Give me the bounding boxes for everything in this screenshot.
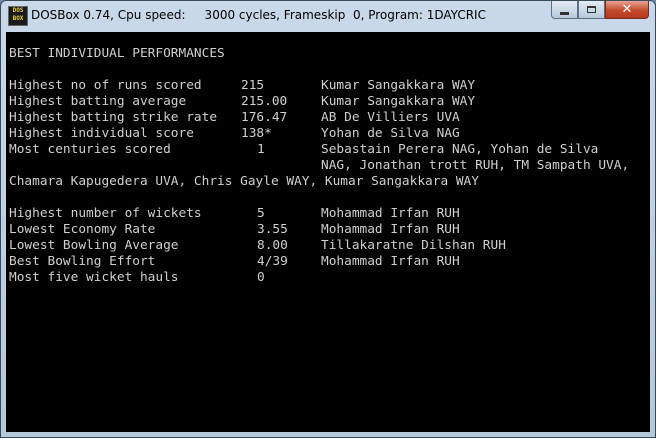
screen-heading: BEST INDIVIDUAL PERFORMANCES [9,46,225,61]
minimize-button[interactable] [551,1,578,19]
stat-row: Lowest Economy Rate 3.55 Mohammad Irfan … [9,222,460,238]
minimize-icon [560,11,569,15]
stat-row: Most centuries scored 1 Sebastain Perera… [9,142,598,158]
stat-label: Lowest Economy Rate [9,222,156,237]
stat-row-continuation: NAG, Jonathan trott RUH, TM Sampath UVA, [9,158,629,174]
stat-row: Highest batting average 215.00 Kumar San… [9,94,475,110]
stat-player: Tillakaratne Dilshan RUH [321,238,506,253]
stat-player: Kumar Sangakkara WAY [321,78,476,93]
stat-label: Highest number of wickets [9,206,202,221]
stat-value: 176.47 [241,110,288,125]
stat-value: 8.00 [257,238,288,253]
stat-value: 215 [241,78,265,93]
maximize-icon [587,6,596,13]
dos-screen[interactable]: BEST INDIVIDUAL PERFORMANCES Highest no … [6,32,650,432]
stat-label: Lowest Bowling Average [9,238,179,253]
stat-player: Kumar Sangakkara WAY [321,94,476,109]
stat-row: Most five wicket hauls 0 [9,270,265,286]
stat-row-continuation: Chamara Kapugedera UVA, Chris Gayle WAY,… [9,174,479,189]
stat-label: Most centuries scored [9,142,171,157]
dosbox-window: DOS BOX DOSBox 0.74, Cpu speed: 3000 cyc… [0,0,656,438]
stat-label: Highest batting average [9,94,187,109]
stat-row: Lowest Bowling Average 8.00 Tillakaratne… [9,238,506,254]
stat-label: Highest batting strike rate [9,110,218,125]
stat-row: Highest number of wickets 5 Mohammad Irf… [9,206,460,222]
stat-row: Highest batting strike rate 176.47 AB De… [9,110,460,126]
stat-value: 1 [257,142,265,157]
window-controls: ✕ [551,1,649,20]
stat-value: 138* [241,126,272,141]
stat-player: NAG, Jonathan trott RUH, TM Sampath UVA, [321,158,630,173]
close-button[interactable]: ✕ [605,1,649,19]
stat-value: 5 [257,206,265,221]
title-bar[interactable]: DOS BOX DOSBox 0.74, Cpu speed: 3000 cyc… [1,1,655,31]
stat-player: Mohammad Irfan RUH [321,206,460,221]
stat-label: Highest individual score [9,126,194,141]
stat-player: AB De Villiers UVA [321,110,460,125]
stat-label: Highest no of runs scored [9,78,202,93]
maximize-button[interactable] [578,1,605,19]
stat-value: 3.55 [257,222,288,237]
stat-label: Most five wicket hauls [9,270,179,285]
window-title: DOSBox 0.74, Cpu speed: 3000 cycles, Fra… [31,8,486,22]
stat-label: Best Bowling Effort [9,254,156,269]
stat-row: Highest individual score 138* Yohan de S… [9,126,460,142]
stat-player: Sebastain Perera NAG, Yohan de Silva [321,142,599,157]
stat-value: 4/39 [257,254,288,269]
dosbox-icon-text: DOS BOX [12,7,24,22]
close-icon: ✕ [621,2,633,17]
stat-row: Highest no of runs scored 215 Kumar Sang… [9,78,475,94]
stat-value: 0 [257,270,265,285]
dosbox-app-icon[interactable]: DOS BOX [8,6,28,26]
stat-value: 215.00 [241,94,288,109]
stat-player: Yohan de Silva NAG [321,126,460,141]
stat-player: Mohammad Irfan RUH [321,222,460,237]
stat-row: Best Bowling Effort 4/39 Mohammad Irfan … [9,254,460,270]
stat-player: Mohammad Irfan RUH [321,254,460,269]
